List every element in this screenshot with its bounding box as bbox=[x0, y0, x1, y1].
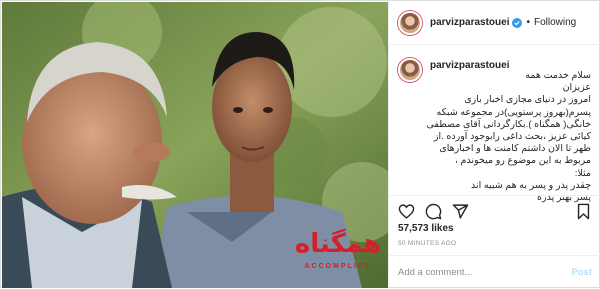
post-sidebar: parvizparastouei • Following parvizparas… bbox=[388, 1, 600, 289]
likes-count[interactable]: 57,573 likes bbox=[398, 223, 454, 234]
post-timestamp[interactable]: 50 MINUTES AGO bbox=[398, 240, 456, 247]
post-dialog: همگناه ACCOMPLICE parvizparastouei • Fol… bbox=[0, 0, 600, 289]
caption-line: مربوط به این موضوع رو میخوندم ، bbox=[454, 155, 591, 167]
comment-icon[interactable] bbox=[425, 203, 442, 220]
caption-username[interactable]: parvizparastouei bbox=[430, 60, 509, 71]
caption-line: خانگی( همگناه ).بکارگردانی آقای مصطفی bbox=[426, 118, 591, 130]
verified-badge-icon bbox=[512, 17, 523, 28]
caption: parvizparastouei سلام خدمت همه عزیزان ام… bbox=[389, 45, 600, 203]
username[interactable]: parvizparastouei bbox=[430, 17, 509, 28]
share-icon[interactable] bbox=[452, 203, 469, 220]
comment-box: Post bbox=[389, 255, 600, 289]
caption-line: مثلا: bbox=[574, 167, 591, 179]
caption-line: عزیزان bbox=[562, 82, 591, 94]
logo-text: همگناه bbox=[295, 228, 381, 259]
caption-line: کیائی عزیز ،بحث داغی رابوجود آورده .از bbox=[433, 131, 591, 143]
caption-line: پسرم(بهروز پرستویی)در مجموعه شبکه bbox=[436, 106, 591, 118]
caption-line: چقدر پدر و پسر به هم شبیه اند bbox=[470, 179, 591, 191]
post-photo-illustration: همگناه ACCOMPLICE bbox=[2, 2, 388, 288]
following-button[interactable]: Following bbox=[534, 17, 576, 28]
bookmark-icon[interactable] bbox=[575, 203, 592, 220]
caption-line: ظهر تا الان داشتم کامنت ها و اخبارهای bbox=[439, 143, 591, 155]
caption-text: سلام خدمت همه عزیزان امروز در دنیای مجاز… bbox=[398, 70, 591, 204]
logo-subtext: ACCOMPLICE bbox=[304, 263, 371, 270]
heart-icon[interactable] bbox=[398, 203, 415, 220]
caption-line: امروز در دنیای مجازی اخبار بازی bbox=[464, 94, 591, 106]
comment-input[interactable] bbox=[398, 267, 572, 278]
post-comment-button[interactable]: Post bbox=[571, 267, 592, 278]
header-separator: • bbox=[526, 17, 530, 28]
avatar[interactable] bbox=[398, 10, 422, 35]
caption-line: سلام خدمت همه bbox=[525, 70, 591, 81]
caption-avatar[interactable] bbox=[398, 58, 422, 82]
series-logo: همگناه ACCOMPLICE bbox=[295, 228, 381, 270]
post-image[interactable]: همگناه ACCOMPLICE bbox=[2, 2, 388, 288]
post-header: parvizparastouei • Following bbox=[389, 1, 600, 45]
